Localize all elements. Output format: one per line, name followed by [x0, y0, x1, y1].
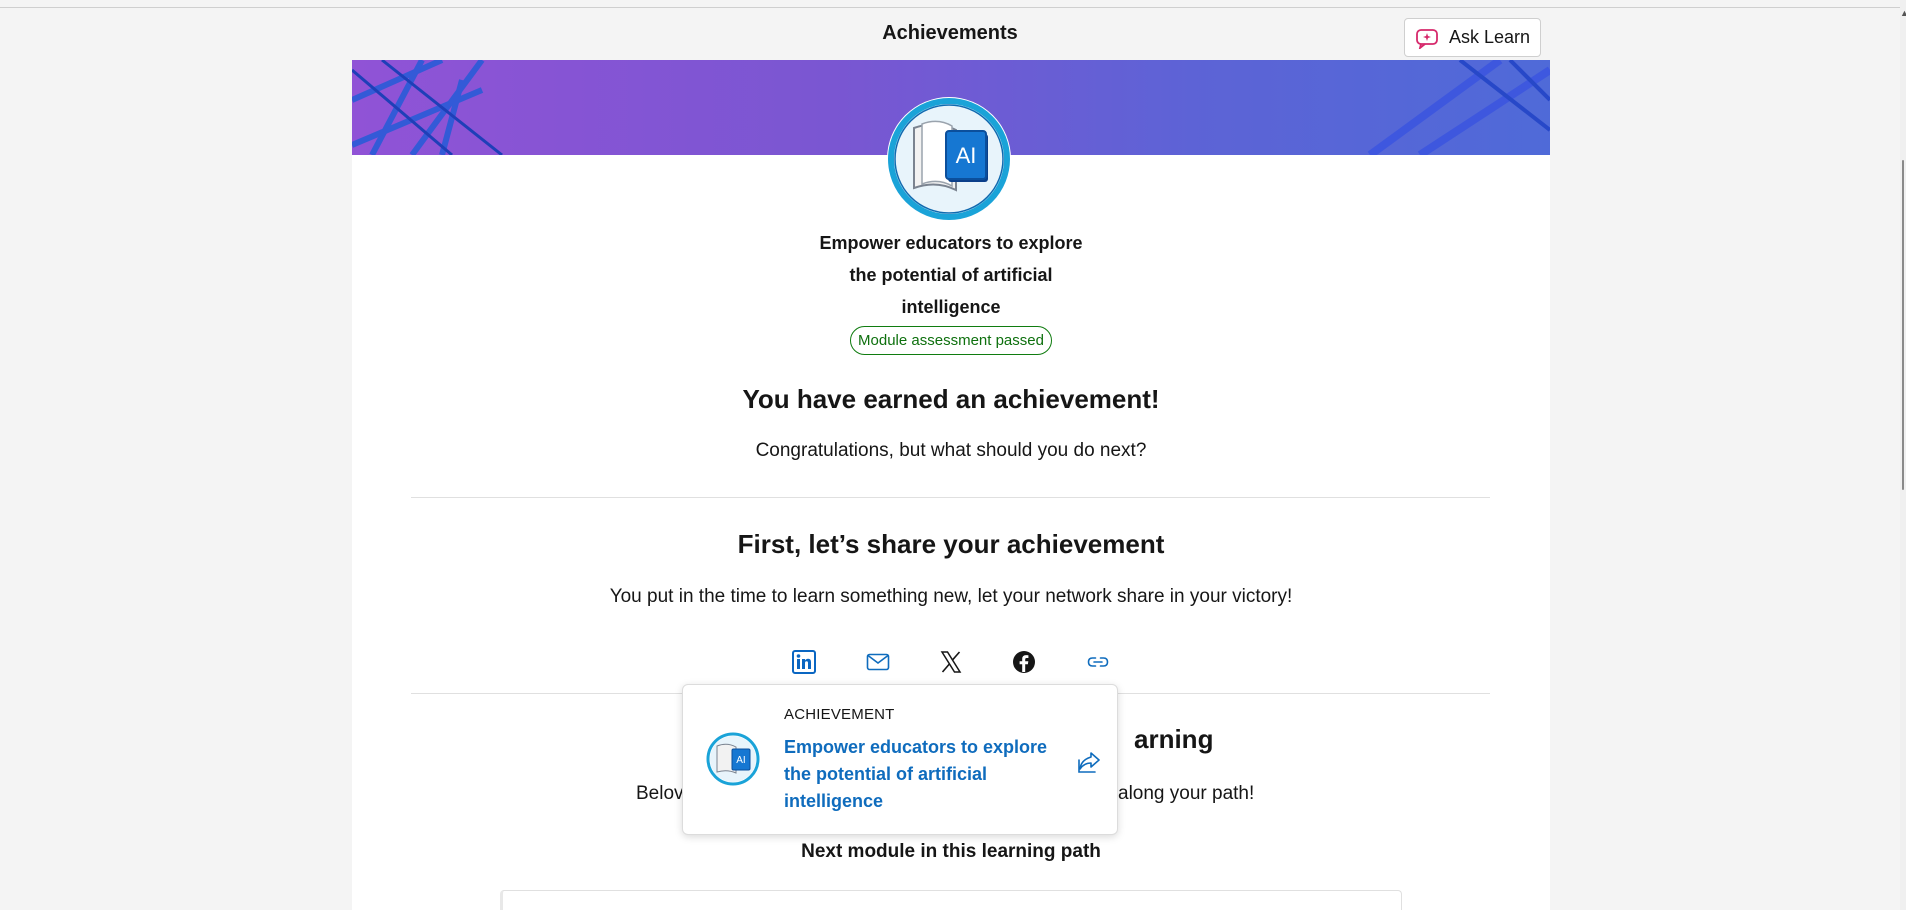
link-icon	[1087, 657, 1109, 667]
x-share-button[interactable]	[931, 640, 971, 684]
achievement-link[interactable]: Empower educators to explore the potenti…	[784, 734, 1054, 815]
earned-subtext: Congratulations, but what should you do …	[755, 440, 1147, 461]
x-icon	[940, 651, 962, 673]
achievement-badge: AI	[887, 97, 1011, 221]
next-module-card[interactable]	[500, 890, 1402, 910]
achievement-link-line: the potential of artificial	[784, 764, 988, 784]
banner-decoration-left	[352, 60, 503, 155]
popup-eyebrow: ACHIEVEMENT	[784, 706, 895, 723]
share-icon-row	[352, 640, 1550, 684]
divider	[411, 497, 1490, 498]
linkedin-icon	[792, 650, 816, 674]
popup-achievement-badge: AI	[706, 732, 760, 786]
email-share-button[interactable]	[858, 640, 898, 684]
vertical-scrollbar[interactable]: ▲	[1900, 0, 1906, 910]
share-subtext: You put in the time to learn something n…	[609, 586, 1293, 607]
status-badge: Module assessment passed	[850, 326, 1052, 355]
ask-learn-label: Ask Learn	[1448, 27, 1531, 47]
popup-badge-ai-text: AI	[736, 755, 745, 766]
scrollbar-thumb[interactable]	[1902, 160, 1904, 490]
linkedin-share-button[interactable]	[784, 640, 824, 684]
module-title-line: the potential of artificial	[849, 265, 1053, 285]
ask-learn-icon	[1416, 28, 1438, 49]
achievement-share-popup: AI ACHIEVEMENT Empower educators to expl…	[682, 684, 1118, 835]
module-title: Empower educators to explore the potenti…	[751, 227, 1151, 323]
banner-decoration-right	[1367, 60, 1550, 155]
earned-heading: You have earned an achievement!	[742, 384, 1160, 414]
badge-ai-text: AI	[956, 143, 977, 168]
learning-subtext-left: Belov	[636, 783, 684, 804]
facebook-icon	[1013, 651, 1035, 673]
ask-learn-button[interactable]: Ask Learn	[1404, 18, 1541, 57]
share-heading: First, let’s share your achievement	[737, 529, 1165, 559]
module-title-line: intelligence	[901, 297, 1001, 317]
copy-link-button[interactable]	[1078, 640, 1118, 684]
module-title-line: Empower educators to explore	[819, 233, 1083, 253]
page-title: Achievements	[882, 22, 1018, 44]
heading-text-partial: arning	[1134, 724, 1214, 754]
achievement-link-line: intelligence	[784, 791, 884, 811]
learning-subtext-right: along your path!	[1118, 783, 1255, 804]
scroll-up-icon[interactable]: ▲	[1900, 8, 1906, 18]
achievement-link-line: Empower educators to explore	[784, 737, 1048, 757]
facebook-share-button[interactable]	[1004, 640, 1044, 684]
mail-icon	[866, 653, 890, 671]
next-module-heading: Next module in this learning path	[801, 841, 1101, 862]
top-border	[0, 7, 1906, 8]
share-icon[interactable]	[1075, 748, 1103, 776]
